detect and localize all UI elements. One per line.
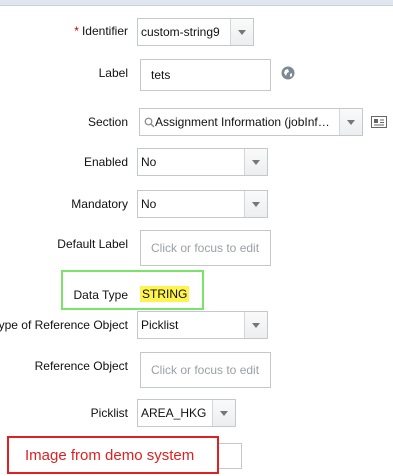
data-type-value: STRING (140, 286, 190, 302)
details-card-icon[interactable] (371, 116, 387, 128)
default-label-label: Default Label (57, 237, 128, 251)
section-label: Section (87, 115, 128, 129)
dropdown-toggle[interactable] (230, 19, 253, 45)
dropdown-toggle[interactable] (339, 109, 362, 135)
chevron-down-icon (238, 29, 246, 35)
section-header-bar (0, 0, 393, 6)
reference-type-select[interactable]: Picklist (137, 311, 268, 339)
chevron-down-icon (347, 119, 355, 125)
section-select[interactable]: Assignment Information (jobInf… (139, 108, 363, 136)
dropdown-toggle[interactable] (212, 400, 235, 426)
mandatory-select[interactable]: No (137, 190, 268, 218)
identifier-value: custom-string9 (141, 25, 220, 39)
default-label-input[interactable]: Click or focus to edit (140, 230, 271, 266)
dropdown-toggle[interactable] (244, 149, 267, 175)
identifier-label: * Identifier (74, 24, 128, 38)
chevron-down-icon (252, 322, 260, 328)
enabled-value: No (141, 155, 157, 169)
picklist-select[interactable]: AREA_HKG (137, 399, 236, 427)
chevron-down-icon (220, 410, 228, 416)
annotation-text: Image from demo system (25, 446, 195, 464)
placeholder-text: Click or focus to edit (151, 241, 260, 255)
enabled-select[interactable]: No (137, 148, 268, 176)
enabled-label: Enabled (83, 155, 128, 169)
section-value: Assignment Information (jobInf… (155, 115, 330, 129)
reference-type-label: ype of Reference Object (0, 318, 128, 332)
required-mark: * (74, 24, 79, 38)
reference-type-value: Picklist (141, 318, 179, 332)
picklist-value: AREA_HKG (141, 406, 207, 420)
picklist-label: Picklist (90, 406, 128, 420)
data-type-label: Data Type (73, 288, 128, 302)
chevron-down-icon (252, 201, 260, 207)
identifier-select[interactable]: custom-string9 (137, 18, 254, 46)
globe-icon[interactable] (281, 66, 295, 80)
dropdown-toggle[interactable] (244, 312, 267, 338)
annotation-box: Image from demo system (7, 436, 219, 474)
reference-object-input[interactable]: Click or focus to edit (140, 352, 271, 388)
search-icon (144, 117, 155, 128)
reference-object-label: Reference Object (34, 359, 128, 373)
chevron-down-icon (252, 159, 260, 165)
placeholder-text: Click or focus to edit (151, 363, 260, 377)
label-field-label: Label (98, 66, 128, 80)
dropdown-toggle[interactable] (244, 191, 267, 217)
label-input[interactable]: tets (140, 59, 271, 91)
mandatory-value: No (141, 197, 157, 211)
mandatory-label: Mandatory (71, 197, 128, 211)
